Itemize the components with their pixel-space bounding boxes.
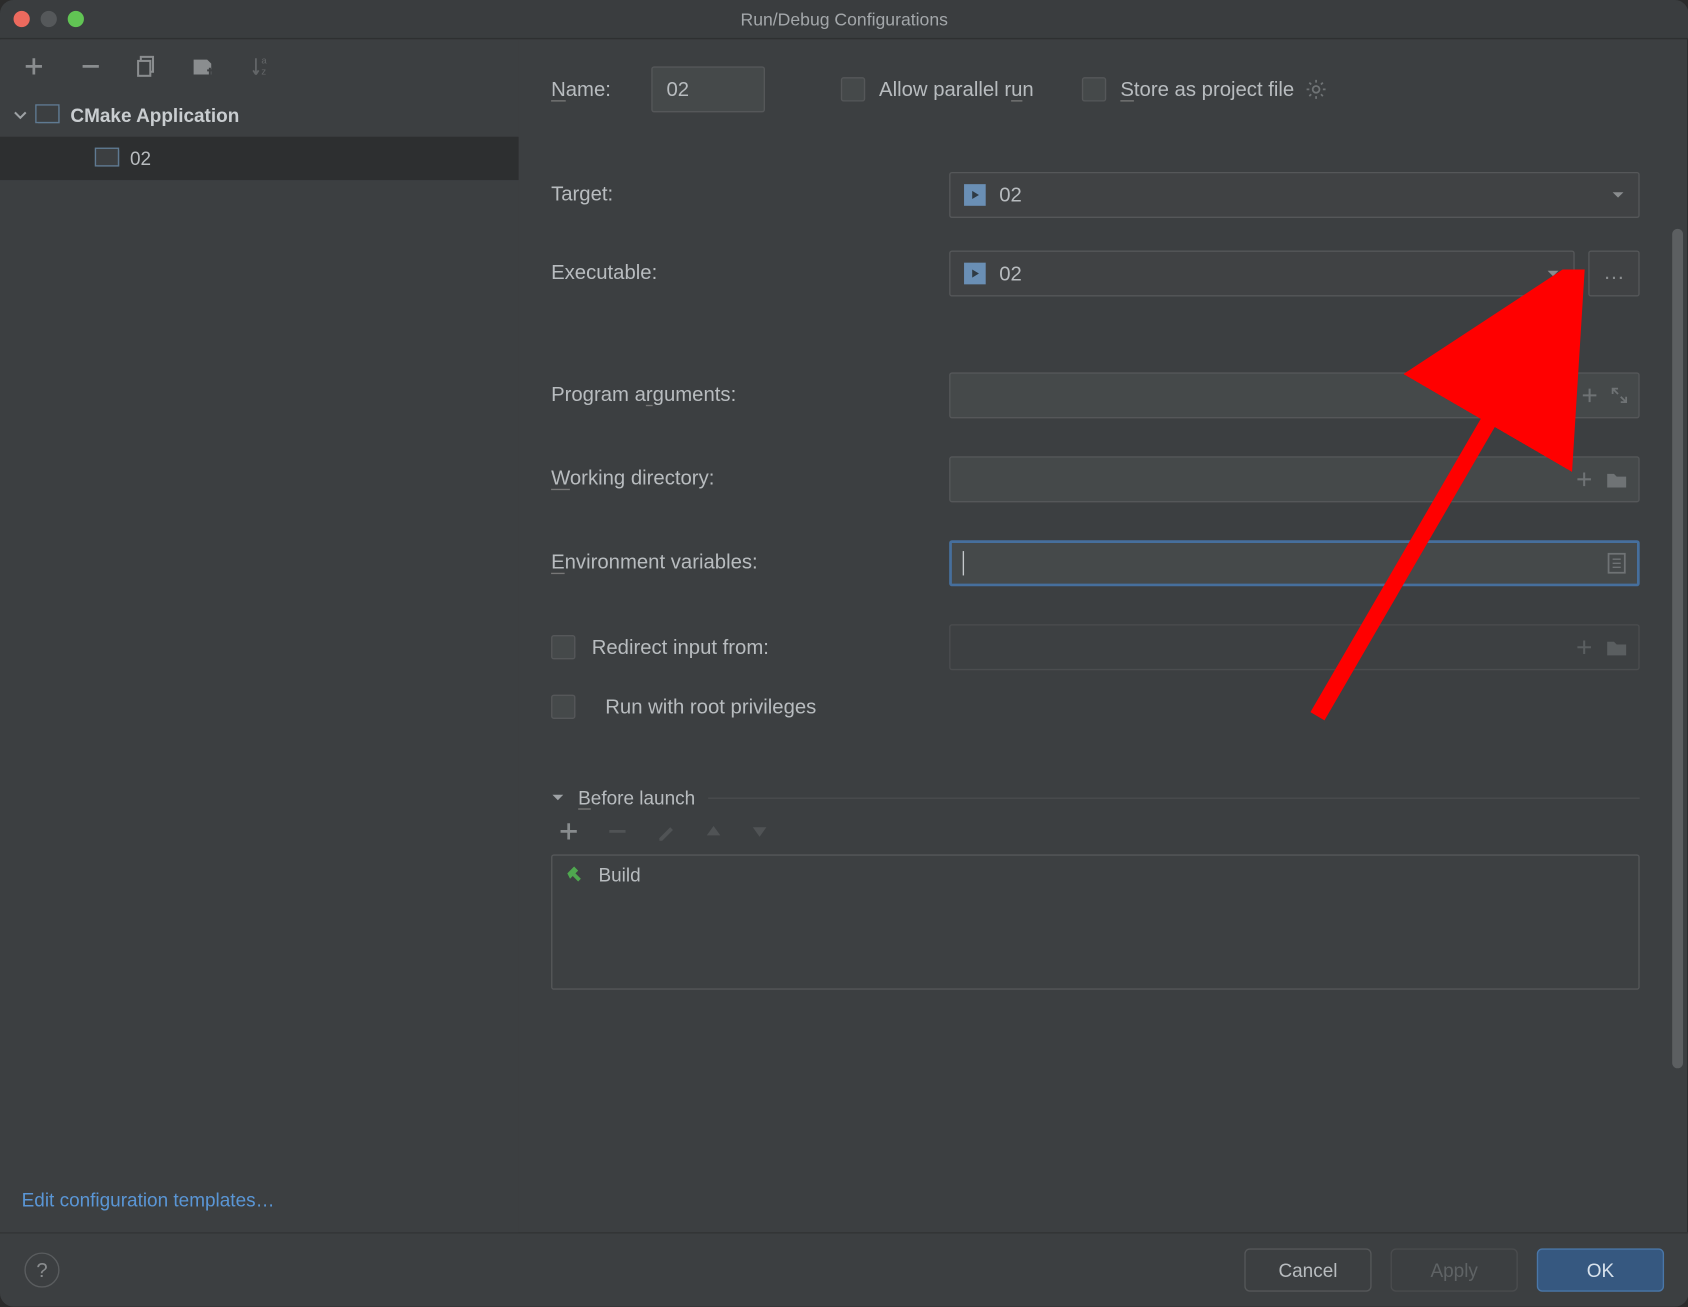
- move-down-button[interactable]: [751, 825, 767, 839]
- before-launch-item-label: Build: [598, 864, 640, 886]
- redirect-input-label: Redirect input from:: [592, 636, 769, 659]
- zoom-window-button[interactable]: [68, 11, 84, 27]
- expand-icon[interactable]: [1611, 387, 1627, 403]
- add-task-button[interactable]: [559, 822, 578, 841]
- target-select[interactable]: 02: [949, 172, 1640, 218]
- before-launch-toolbar: [551, 808, 1640, 854]
- config-tree: CMake Application 02: [0, 93, 519, 1167]
- save-config-button[interactable]: [190, 51, 220, 81]
- config-icon: [97, 150, 119, 166]
- store-project-label: Store as project file: [1120, 78, 1294, 101]
- chevron-down-icon: [14, 108, 28, 122]
- redirect-input-field: [949, 624, 1640, 670]
- copy-config-button[interactable]: [133, 51, 163, 81]
- minimize-window-button[interactable]: [41, 11, 57, 27]
- dialog-window: Run/Debug Configurations az: [0, 0, 1688, 1307]
- tree-item-02[interactable]: 02: [0, 137, 519, 180]
- env-label: Environment variables:: [551, 551, 758, 574]
- tree-item-label: 02: [130, 148, 151, 170]
- move-up-button[interactable]: [705, 825, 721, 839]
- ok-button[interactable]: OK: [1537, 1248, 1664, 1291]
- gear-icon[interactable]: [1305, 79, 1327, 101]
- folder-icon[interactable]: [1606, 471, 1628, 489]
- folder-icon: [1606, 638, 1628, 656]
- target-label: Target:: [551, 183, 613, 206]
- insert-macro-icon: [1576, 639, 1592, 655]
- browse-executable-button[interactable]: …: [1588, 250, 1639, 296]
- close-window-button[interactable]: [14, 11, 30, 27]
- cancel-button[interactable]: Cancel: [1244, 1248, 1371, 1291]
- allow-parallel-checkbox[interactable]: [841, 77, 865, 101]
- program-args-input[interactable]: [949, 372, 1640, 418]
- sidebar-footer: Edit configuration templates…: [0, 1167, 519, 1232]
- chevron-down-icon: [1546, 267, 1560, 281]
- insert-macro-icon[interactable]: [1581, 387, 1597, 403]
- remove-task-button[interactable]: [608, 822, 627, 841]
- program-args-label: Program arguments:: [551, 383, 736, 406]
- chevron-down-icon: [1611, 188, 1625, 202]
- name-input[interactable]: [652, 66, 766, 112]
- env-vars-input[interactable]: [949, 540, 1640, 586]
- sort-config-button[interactable]: az: [246, 51, 276, 81]
- root-priv-checkbox[interactable]: [551, 695, 575, 719]
- allow-parallel-label: Allow parallel run: [879, 78, 1034, 101]
- workdir-input[interactable]: [949, 456, 1640, 502]
- header-row: Name: Allow parallel run Store as projec…: [551, 66, 1640, 112]
- target-value: 02: [999, 183, 1022, 206]
- run-exec-icon: [964, 263, 986, 285]
- window-controls: [14, 11, 84, 27]
- tree-group-label: CMake Application: [70, 104, 239, 126]
- insert-macro-icon[interactable]: [1576, 471, 1592, 487]
- before-launch-item[interactable]: Build: [552, 856, 1638, 894]
- root-priv-label: Run with root privileges: [605, 695, 816, 718]
- window-title: Run/Debug Configurations: [0, 9, 1688, 29]
- cmake-app-icon: [38, 107, 60, 123]
- tree-group-cmake[interactable]: CMake Application: [0, 93, 519, 136]
- run-target-icon: [964, 184, 986, 206]
- remove-config-button[interactable]: [76, 51, 106, 81]
- titlebar: Run/Debug Configurations: [0, 0, 1688, 39]
- env-browse-icon[interactable]: [1607, 552, 1626, 574]
- executable-label: Executable:: [551, 261, 657, 284]
- sidebar: az CMake Application 02 Edit configurati…: [0, 39, 519, 1232]
- add-config-button[interactable]: [19, 51, 49, 81]
- store-project-checkbox[interactable]: [1082, 77, 1106, 101]
- chevron-down-icon: [551, 791, 565, 805]
- text-cursor: [963, 551, 964, 575]
- edit-task-button[interactable]: [657, 822, 676, 841]
- before-launch-label: Before launch: [578, 787, 695, 809]
- help-button[interactable]: ?: [24, 1252, 59, 1287]
- hammer-icon: [563, 864, 585, 886]
- apply-button: Apply: [1391, 1248, 1518, 1291]
- before-launch-section[interactable]: Before launch: [551, 787, 1640, 809]
- executable-select[interactable]: 02: [949, 250, 1575, 296]
- vertical-scrollbar[interactable]: [1672, 229, 1683, 1068]
- content-pane: Name: Allow parallel run Store as projec…: [519, 39, 1688, 1232]
- redirect-input-checkbox[interactable]: [551, 635, 575, 659]
- edit-templates-link[interactable]: Edit configuration templates…: [22, 1189, 275, 1211]
- sidebar-toolbar: az: [0, 39, 519, 93]
- dialog-footer: ? Cancel Apply OK: [0, 1232, 1688, 1306]
- workdir-label: Working directory:: [551, 467, 714, 490]
- svg-text:a: a: [261, 56, 267, 67]
- svg-text:z: z: [261, 66, 266, 77]
- before-launch-list: Build: [551, 854, 1640, 989]
- name-label: Name:: [551, 78, 611, 101]
- executable-value: 02: [999, 262, 1022, 285]
